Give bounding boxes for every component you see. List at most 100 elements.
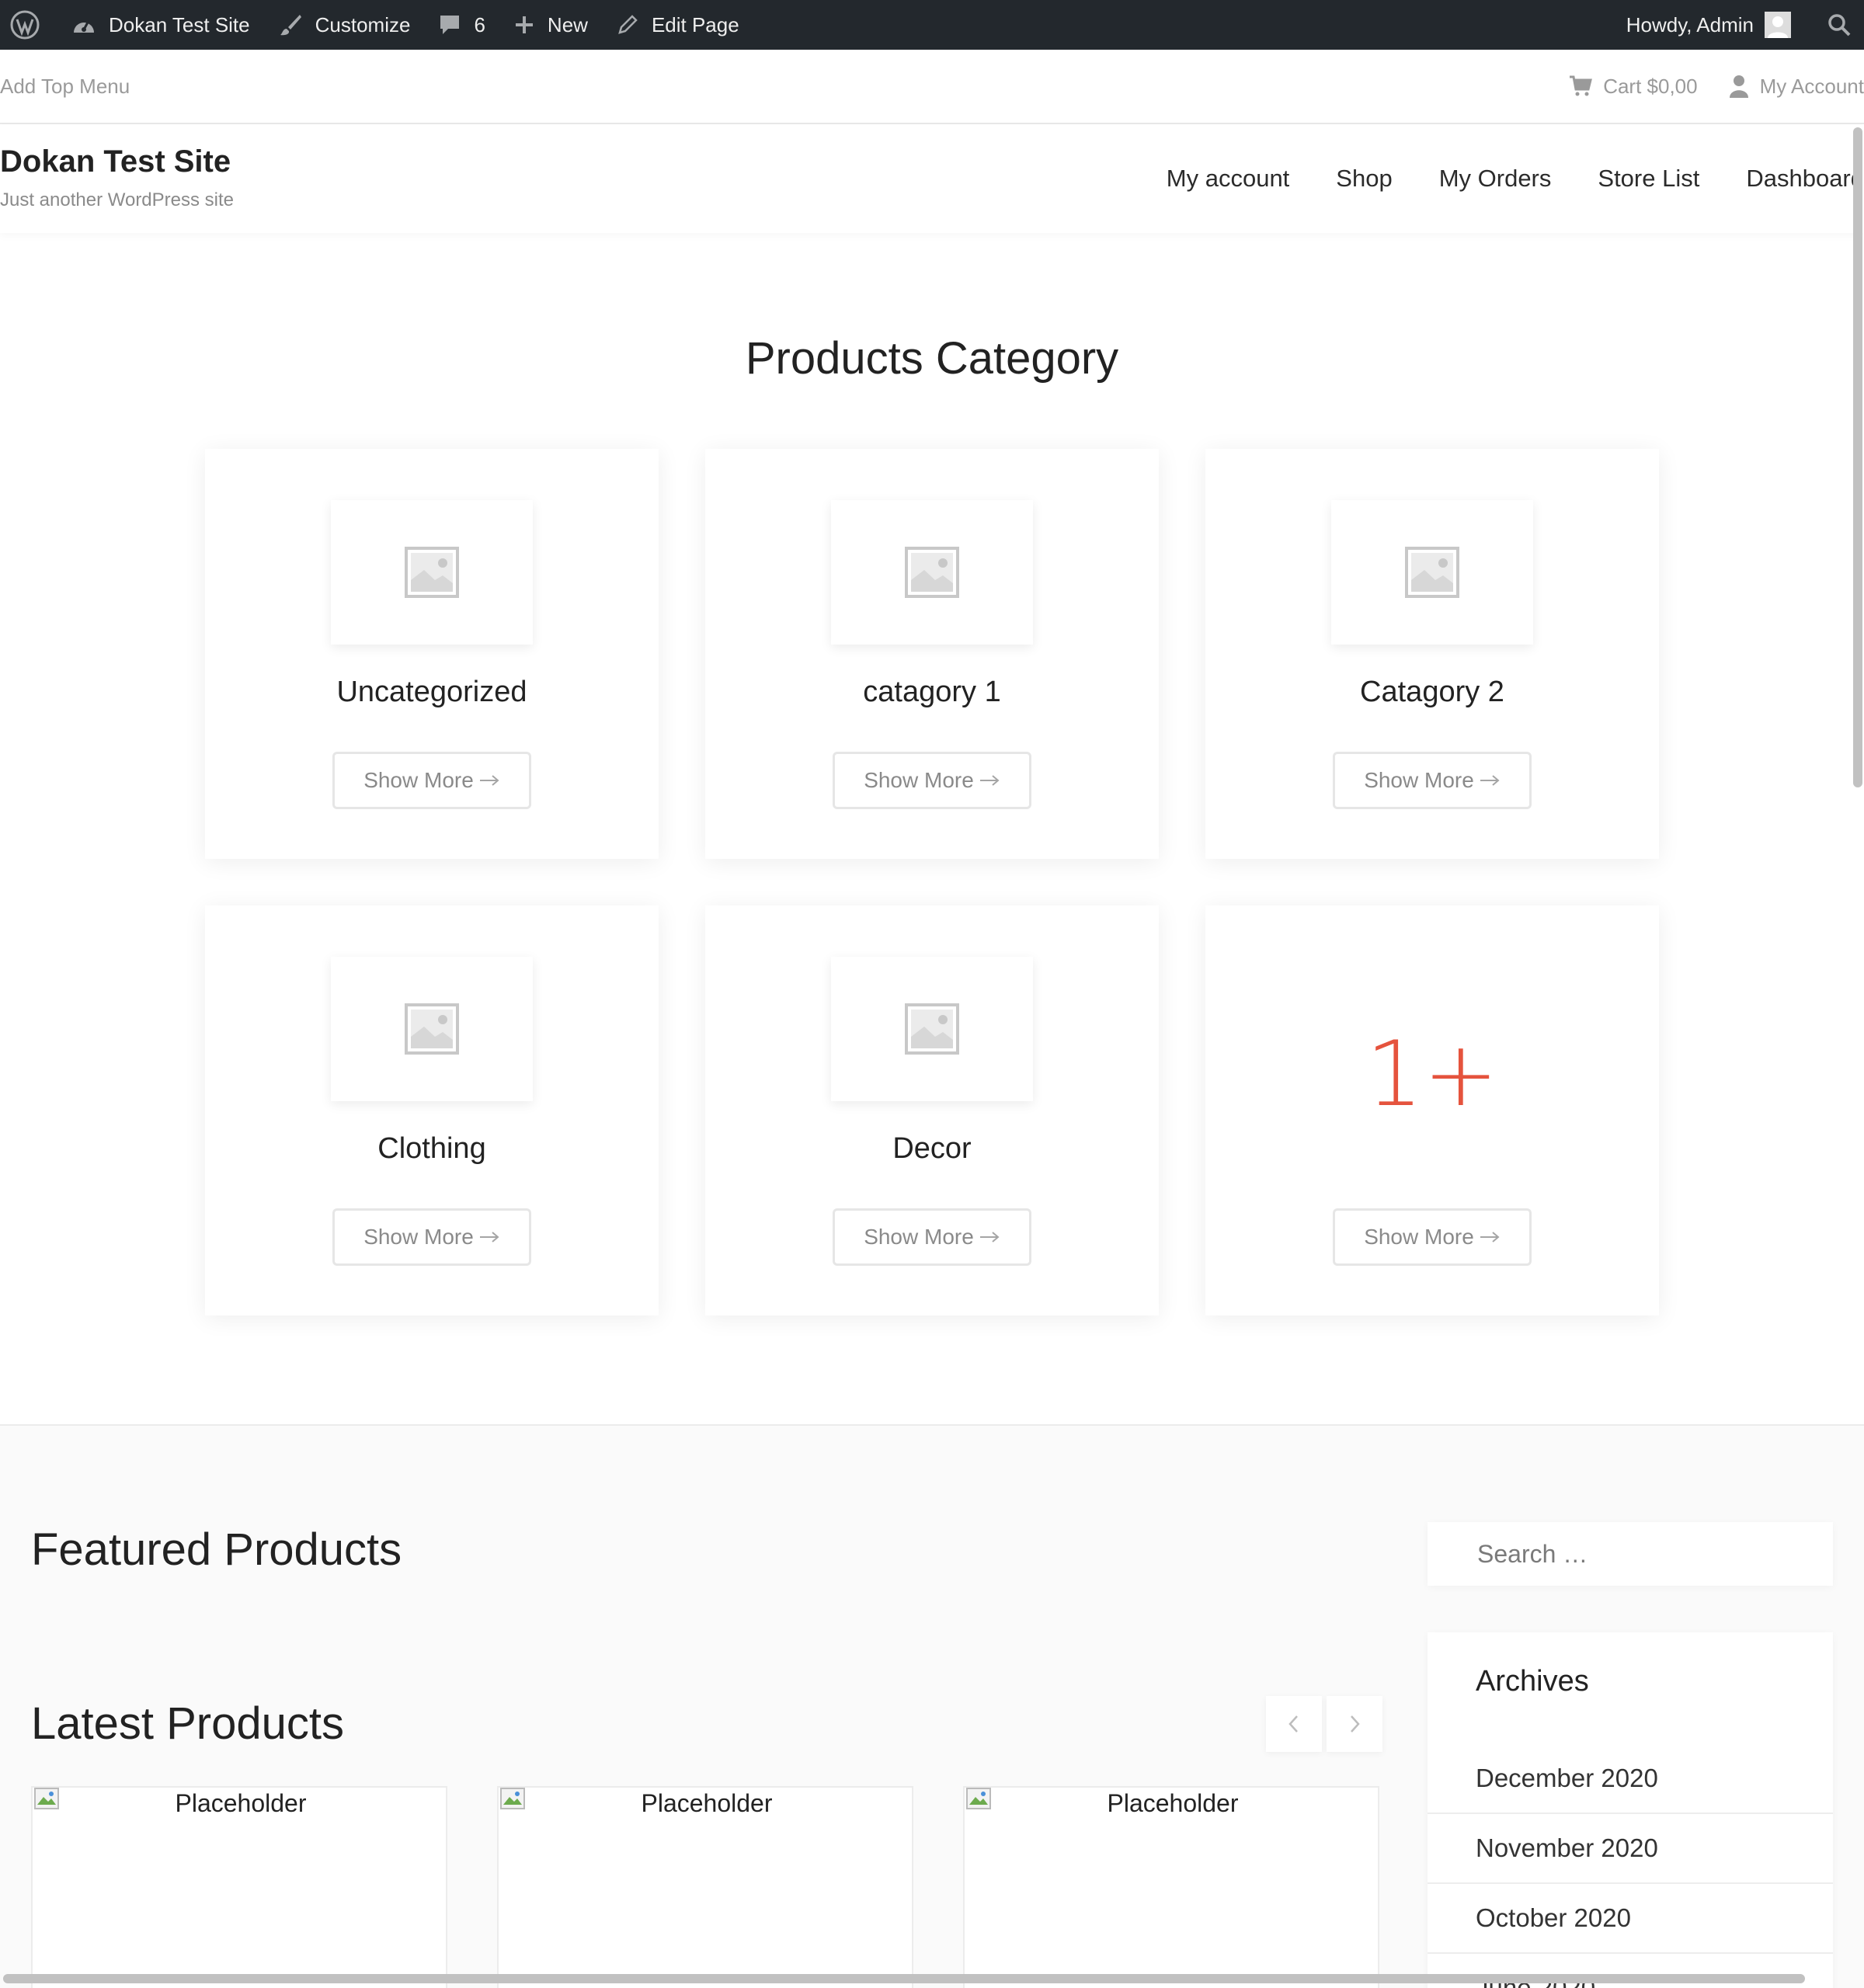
- category-thumbnail[interactable]: [1331, 500, 1533, 645]
- archive-link[interactable]: November 2020: [1428, 1814, 1833, 1884]
- dashboard-gauge-icon: [74, 20, 94, 33]
- cart-label: Cart $0,00: [1603, 74, 1698, 98]
- image-placeholder-icon: [405, 547, 459, 598]
- admin-site-link[interactable]: Dokan Test Site: [57, 0, 264, 50]
- product-image-alt: Placeholder: [1107, 1789, 1239, 1817]
- image-placeholder-icon: [905, 547, 959, 598]
- search-input[interactable]: Search …: [1428, 1522, 1833, 1586]
- image-placeholder-icon: [405, 1003, 459, 1055]
- more-categories-card: 1+ Show More: [1205, 905, 1659, 1315]
- category-thumbnail[interactable]: [331, 957, 533, 1101]
- avatar: [1765, 12, 1791, 38]
- category-name[interactable]: catagory 1: [705, 676, 1159, 709]
- product-card[interactable]: Placeholder: [963, 1786, 1379, 1988]
- category-thumbnail[interactable]: [831, 957, 1033, 1101]
- show-more-label: Show More: [1364, 1225, 1474, 1249]
- customize-link[interactable]: Customize: [264, 0, 425, 50]
- cart-link[interactable]: Cart $0,00: [1569, 74, 1698, 99]
- latest-products-title: Latest Products: [31, 1698, 344, 1749]
- category-card: Uncategorized Show More: [205, 449, 659, 859]
- horizontal-scrollbar[interactable]: [0, 1972, 1810, 1985]
- featured-products-title: Featured Products: [31, 1524, 402, 1575]
- nav-my-orders[interactable]: My Orders: [1439, 165, 1552, 193]
- nav-shop[interactable]: Shop: [1336, 165, 1392, 193]
- show-more-label: Show More: [864, 1225, 974, 1249]
- edit-page-link[interactable]: Edit Page: [602, 0, 753, 50]
- my-account-menu[interactable]: Howdy, Admin: [1612, 0, 1805, 50]
- user-icon: [1729, 75, 1748, 98]
- arrow-right-icon: [1480, 1232, 1500, 1242]
- arrow-right-icon: [979, 775, 1000, 786]
- show-more-button[interactable]: Show More: [332, 1208, 531, 1266]
- brush-icon: [280, 15, 301, 36]
- customize-label: Customize: [315, 12, 411, 36]
- category-name[interactable]: Decor: [705, 1132, 1159, 1166]
- nav-dashboard[interactable]: Dashboard: [1746, 165, 1864, 193]
- image-placeholder-icon: [905, 1003, 959, 1055]
- category-card: catagory 1 Show More: [705, 449, 1159, 859]
- nav-store-list[interactable]: Store List: [1598, 165, 1699, 193]
- category-name[interactable]: Uncategorized: [205, 676, 659, 709]
- more-categories-count[interactable]: 1+: [1205, 1022, 1659, 1127]
- product-card[interactable]: Placeholder: [497, 1786, 913, 1988]
- nav-my-account[interactable]: My account: [1167, 165, 1290, 193]
- wordpress-logo-icon[interactable]: [0, 0, 57, 50]
- show-more-button[interactable]: Show More: [1333, 1208, 1532, 1266]
- admin-bar: Dokan Test Site Customize 6 New Edit Pag…: [0, 0, 1864, 50]
- comments-link[interactable]: 6: [424, 0, 499, 50]
- archive-link[interactable]: October 2020: [1428, 1884, 1833, 1954]
- add-top-menu-link[interactable]: Add Top Menu: [0, 50, 130, 123]
- edit-page-label: Edit Page: [651, 12, 739, 36]
- products-category-title: Products Category: [745, 333, 1119, 384]
- admin-site-name: Dokan Test Site: [109, 12, 250, 36]
- category-name[interactable]: Catagory 2: [1205, 676, 1659, 709]
- cart-icon: [1570, 75, 1593, 96]
- arrow-right-icon: [979, 1232, 1000, 1242]
- comment-bubble-icon: [440, 16, 460, 34]
- category-thumbnail[interactable]: [331, 500, 533, 645]
- carousel-next-button[interactable]: [1327, 1696, 1382, 1752]
- archives-widget: Archives December 2020 November 2020 Oct…: [1428, 1632, 1833, 1988]
- show-more-button[interactable]: Show More: [332, 752, 531, 809]
- site-header: Dokan Test Site Just another WordPress s…: [0, 124, 1864, 233]
- carousel-prev-button[interactable]: [1266, 1696, 1322, 1752]
- product-image-alt: Placeholder: [641, 1789, 773, 1817]
- pencil-icon: [618, 15, 638, 34]
- vertical-scrollbar[interactable]: [1852, 124, 1864, 792]
- vertical-scrollbar-thumb[interactable]: [1853, 127, 1862, 787]
- category-card: Clothing Show More: [205, 905, 659, 1315]
- show-more-label: Show More: [1364, 768, 1474, 792]
- site-tagline: Just another WordPress site: [0, 189, 235, 210]
- archives-title: Archives: [1476, 1665, 1589, 1698]
- new-content-link[interactable]: New: [499, 0, 602, 50]
- show-more-label: Show More: [363, 768, 474, 792]
- show-more-button[interactable]: Show More: [1333, 752, 1532, 809]
- show-more-label: Show More: [864, 768, 974, 792]
- category-card: Decor Show More: [705, 905, 1159, 1315]
- chevron-left-icon: [1288, 1715, 1298, 1733]
- archive-link[interactable]: December 2020: [1428, 1744, 1833, 1814]
- main-navigation: My account Shop My Orders Store List Das…: [1120, 124, 1864, 233]
- product-card[interactable]: Placeholder: [31, 1786, 447, 1988]
- show-more-button[interactable]: Show More: [833, 752, 1031, 809]
- show-more-button[interactable]: Show More: [833, 1208, 1031, 1266]
- product-image-alt: Placeholder: [175, 1789, 307, 1817]
- products-section: Featured Products Latest Products Placeh…: [0, 1424, 1864, 1988]
- my-account-label: My Account: [1759, 74, 1864, 98]
- horizontal-scrollbar-thumb[interactable]: [3, 1974, 1805, 1983]
- show-more-label: Show More: [363, 1225, 474, 1249]
- howdy-label: Howdy, Admin: [1626, 12, 1754, 36]
- admin-search-icon[interactable]: [1805, 0, 1864, 50]
- category-name[interactable]: Clothing: [205, 1132, 659, 1166]
- arrow-right-icon: [479, 775, 499, 786]
- chevron-right-icon: [1351, 1715, 1360, 1733]
- top-bar: Add Top Menu Cart $0,00 My Account: [0, 50, 1864, 124]
- plus-icon: [515, 16, 533, 33]
- my-account-link[interactable]: My Account: [1729, 74, 1864, 99]
- comments-count: 6: [474, 12, 485, 36]
- archives-list: December 2020 November 2020 October 2020…: [1428, 1744, 1833, 1988]
- category-card: Catagory 2 Show More: [1205, 449, 1659, 859]
- site-title[interactable]: Dokan Test Site: [0, 144, 231, 179]
- image-placeholder-icon: [1405, 547, 1459, 598]
- category-thumbnail[interactable]: [831, 500, 1033, 645]
